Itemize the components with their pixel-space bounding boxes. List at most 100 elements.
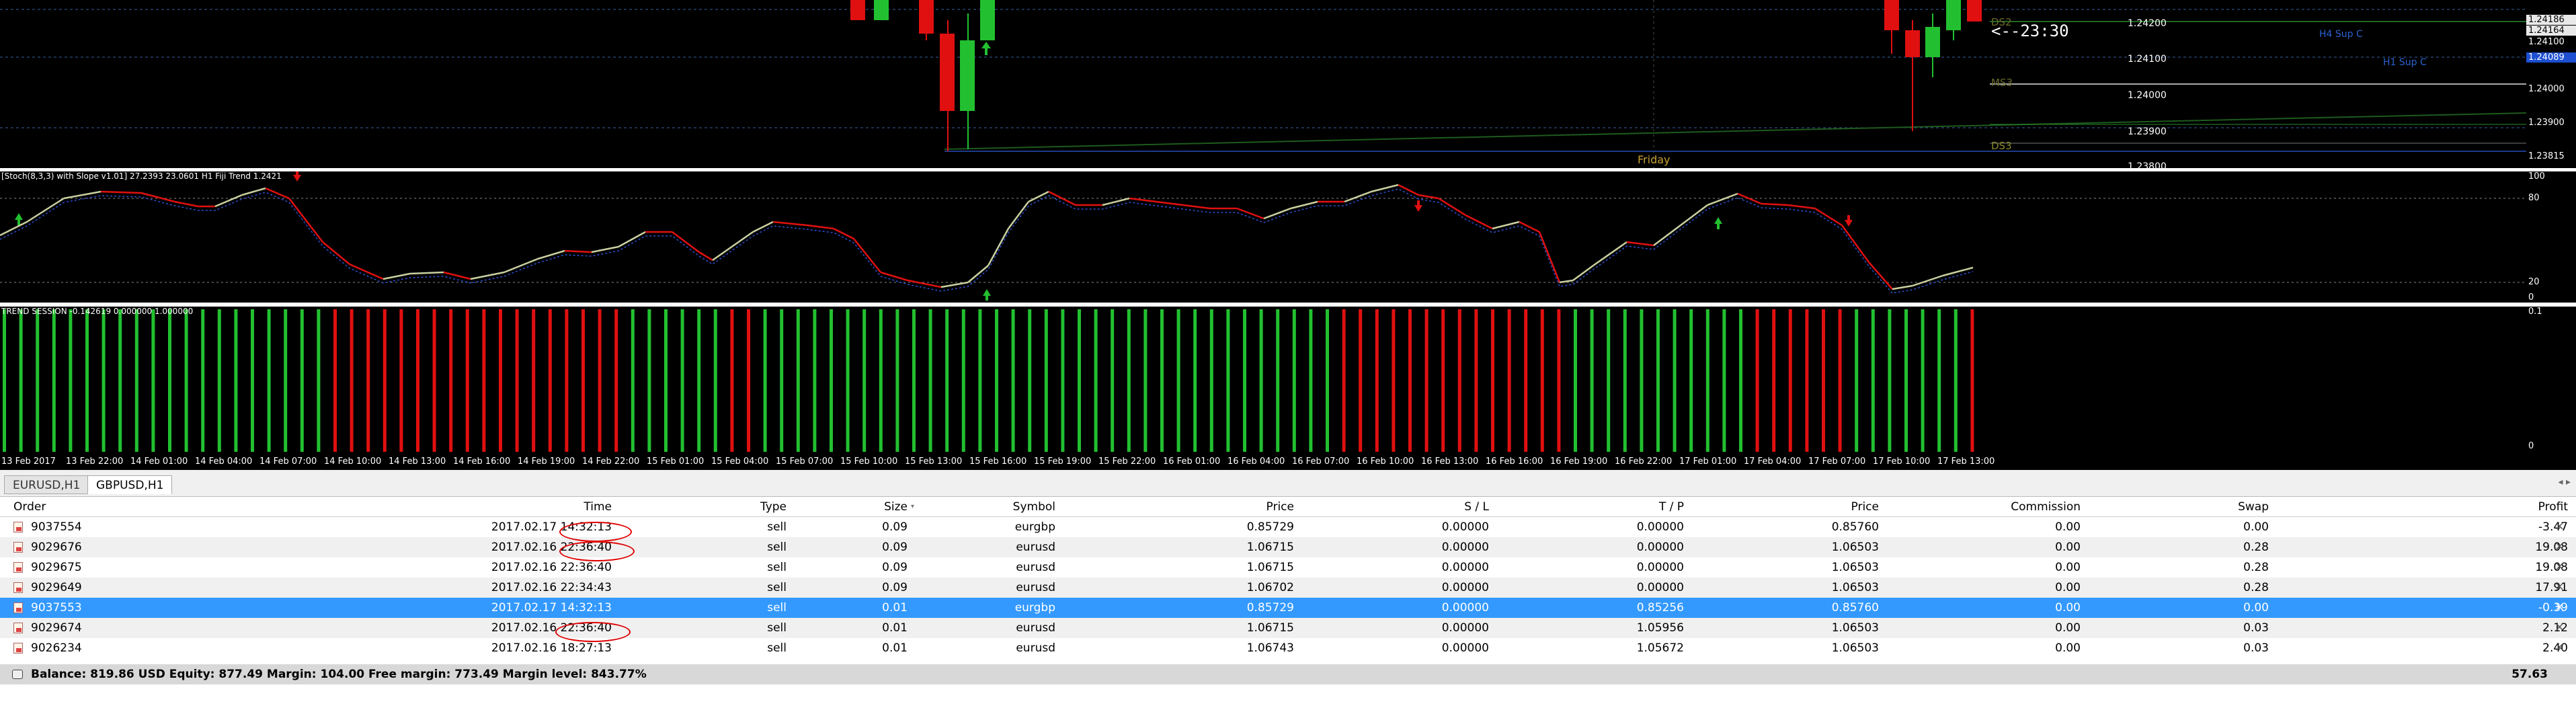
table-row[interactable]: 9037554 2017.02.17 14:32:13 sell 0.09 eurgbp… — [0, 517, 2576, 537]
tab-eurusd-h1[interactable]: EURUSD,H1 — [4, 475, 89, 494]
trend-bar — [1127, 309, 1131, 452]
trend-bar — [1491, 309, 1494, 452]
tab-gbpusd-h1[interactable]: GBPUSD,H1 — [87, 475, 173, 494]
trend-bar — [432, 309, 436, 452]
stochastic-main-line — [0, 221, 28, 237]
time-tick: 14 Feb 19:00 — [518, 457, 575, 467]
col-commission[interactable]: Commission — [2007, 500, 2081, 514]
trend-bar — [1954, 309, 1958, 452]
trend-bar — [1805, 309, 1809, 452]
close-order-icon[interactable]: × — [2554, 580, 2565, 594]
close-order-icon[interactable]: × — [2554, 640, 2565, 654]
trend-bar — [1524, 309, 1528, 452]
cell-time: 2017.02.16 22:36:40 — [491, 621, 612, 635]
trend-bar — [548, 309, 552, 452]
cell-order: 9037554 — [31, 520, 82, 534]
pane-separator[interactable] — [0, 303, 2576, 306]
trend-bar — [1342, 309, 1346, 452]
time-tick: 17 Feb 01:00 — [1679, 457, 1737, 467]
candle — [960, 40, 975, 111]
col-tp[interactable]: T / P — [1617, 500, 1684, 514]
col-profit[interactable]: Profit — [2501, 500, 2568, 514]
price-chart[interactable]: <--23:30 Friday DS2 MS3 DS3 H4 Sup C H1 … — [0, 0, 2526, 168]
price-label-right: 1.24000 — [2128, 90, 2167, 101]
table-row[interactable]: 9029649 2017.02.16 22:34:43 sell 0.09 eurusd… — [0, 578, 2576, 598]
time-tick: 14 Feb 10:00 — [324, 457, 382, 467]
close-order-icon[interactable]: × — [2554, 600, 2565, 614]
stochastic-label: [Stoch(8,3,3) with Slope v1.01] 27.2393 … — [1, 171, 282, 181]
cell-price: 0.85729 — [1246, 601, 1294, 615]
tab-scroll-arrows-icon[interactable]: ◂ ▸ — [2558, 477, 2571, 487]
trend-bar — [1457, 309, 1461, 452]
table-row[interactable]: 9026234 2017.02.16 18:27:13 sell 0.01 eurusd… — [0, 638, 2576, 658]
time-axis: 13 Feb 2017 13 Feb 22:00 14 Feb 01:00 14 Fe… — [0, 454, 2576, 470]
table-row[interactable]: 9029676 2017.02.16 22:36:40 sell 0.09 eurusd… — [0, 537, 2576, 557]
trend-bar — [1755, 309, 1759, 452]
table-row[interactable]: 9029674 2017.02.16 22:36:40 sell 0.01 eurusd… — [0, 618, 2576, 638]
trend-bar — [1673, 309, 1677, 452]
stochastic-main-line — [1290, 200, 1318, 210]
stochastic-main-line — [712, 249, 727, 262]
price-tick: 1.24000 — [2528, 84, 2565, 94]
stochastic-canvas — [0, 171, 2526, 301]
candle — [980, 0, 995, 40]
stochastic-pane[interactable]: [Stoch(8,3,3) with Slope v1.01] 27.2393 … — [0, 171, 2526, 303]
candle — [1946, 0, 1961, 30]
stochastic-main-line — [853, 238, 881, 273]
trend-bar — [416, 309, 419, 452]
trend-bar — [1176, 309, 1180, 452]
trend-bar — [151, 309, 155, 452]
col-sl[interactable]: S / L — [1422, 500, 1489, 514]
close-order-icon[interactable]: × — [2554, 519, 2565, 533]
day-label: Friday — [1638, 153, 1671, 166]
trend-bar — [1871, 309, 1875, 452]
col-order[interactable]: Order — [13, 500, 46, 514]
col-swap[interactable]: Swap — [2202, 500, 2269, 514]
cell-swap: 0.28 — [2243, 541, 2269, 554]
trend-bar — [333, 309, 337, 452]
trend-bar — [1111, 309, 1115, 452]
close-order-icon[interactable]: × — [2554, 559, 2565, 573]
trend-bar — [631, 309, 635, 452]
time-tick: 17 Feb 10:00 — [1873, 457, 1931, 467]
cell-size: 0.09 — [882, 541, 908, 554]
time-tick: 16 Feb 19:00 — [1550, 457, 1608, 467]
table-row[interactable]: 9029675 2017.02.16 22:36:40 sell 0.09 eurusd… — [0, 557, 2576, 578]
trend-bar — [1640, 309, 1644, 452]
h4-sup-label: H4 Sup C — [2319, 29, 2363, 40]
price-badge: 1.24186 — [2526, 15, 2576, 25]
stochastic-axis: 100 80 20 0 — [2526, 171, 2576, 303]
cell-commission: 0.00 — [2055, 520, 2081, 534]
cell-size: 0.01 — [882, 621, 908, 635]
sell-order-icon — [13, 582, 23, 593]
cell-price: 0.85729 — [1246, 520, 1294, 534]
trend-bar — [1739, 309, 1742, 452]
close-order-icon[interactable]: × — [2554, 539, 2565, 553]
cell-type: sell — [767, 541, 787, 554]
trend-bar — [830, 309, 833, 452]
col-price2[interactable]: Price — [1812, 500, 1879, 514]
col-symbol[interactable]: Symbol — [988, 500, 1055, 514]
cell-size: 0.09 — [882, 581, 908, 594]
close-order-icon[interactable]: × — [2554, 620, 2565, 634]
trend-session-pane[interactable]: TREND SESSION -0.142619 0.000000 1.00000… — [0, 307, 2526, 454]
col-price[interactable]: Price — [1227, 500, 1294, 514]
total-profit: 57.63 — [2511, 668, 2548, 681]
trend-bar — [399, 309, 403, 452]
cell-sl: 0.00000 — [1441, 601, 1489, 615]
down-arrow-icon — [1414, 200, 1422, 212]
cell-price2: 1.06503 — [1831, 641, 1879, 655]
cell-commission: 0.00 — [2055, 581, 2081, 594]
time-tick: 15 Feb 13:00 — [905, 457, 963, 467]
col-size[interactable]: Size — [840, 500, 908, 514]
table-row[interactable]: 9037553 2017.02.17 14:32:13 sell 0.01 eurgbp… — [0, 598, 2576, 618]
col-type[interactable]: Type — [719, 500, 787, 514]
stochastic-main-line — [26, 197, 65, 223]
cell-size: 0.01 — [882, 601, 908, 615]
h1-sup-label: H1 Sup C — [2383, 57, 2427, 68]
trend-bar — [763, 309, 767, 452]
cell-price2: 1.06503 — [1831, 541, 1879, 554]
col-time[interactable]: Time — [545, 500, 612, 514]
trend-bar — [1408, 309, 1412, 452]
cell-tp: 0.00000 — [1636, 541, 1684, 554]
